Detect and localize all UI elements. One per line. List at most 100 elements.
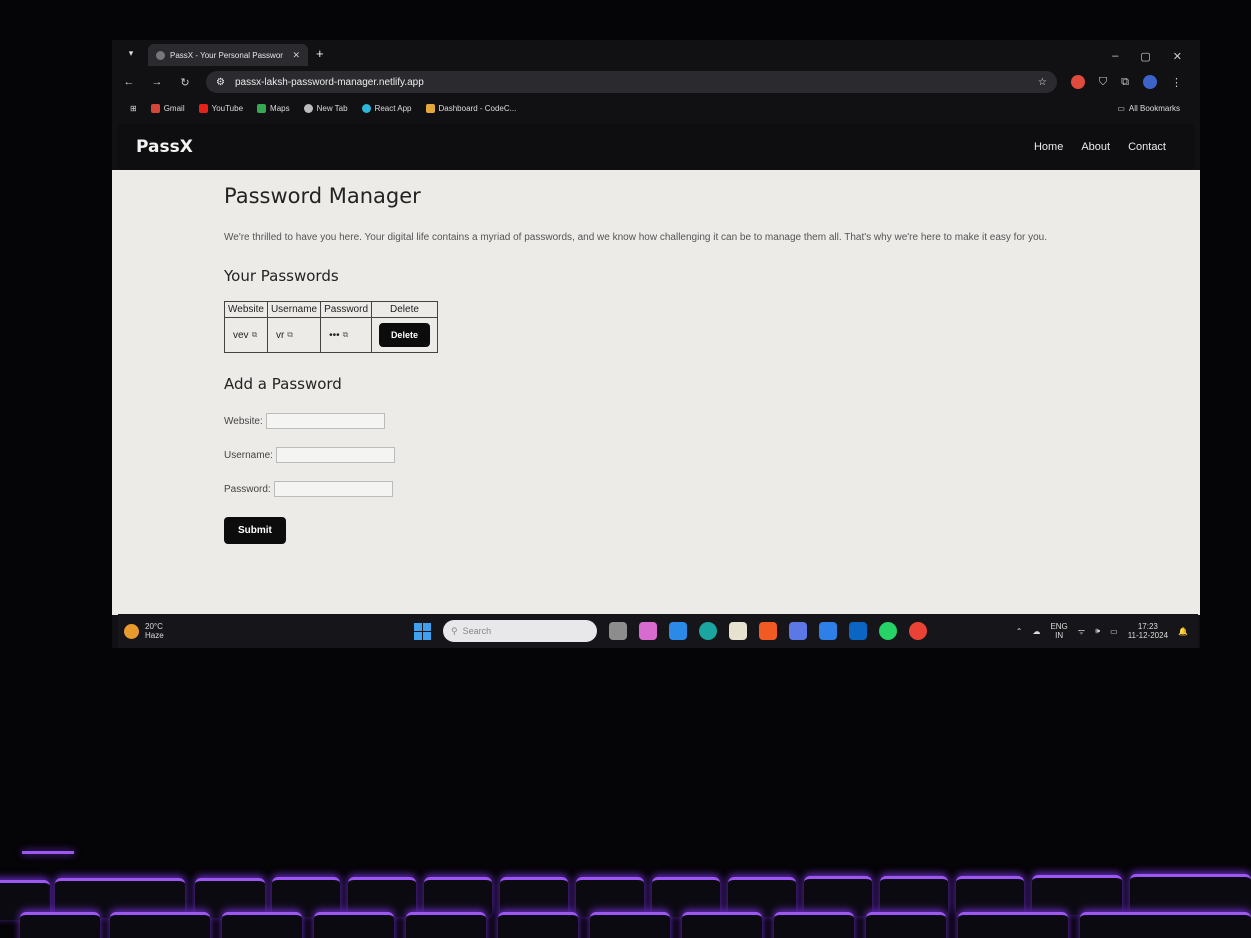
keyboard-key bbox=[110, 912, 210, 938]
copy-icon[interactable]: ⧉ bbox=[252, 330, 258, 339]
whatsapp-icon[interactable] bbox=[879, 622, 897, 640]
browser-tab-strip: ▾ PassX - Your Personal Passwor ✕ + bbox=[122, 40, 1198, 66]
close-window-icon[interactable]: ✕ bbox=[1173, 50, 1182, 63]
intro-text: We're thrilled to have you here. Your di… bbox=[224, 232, 1048, 243]
show-hidden-icons-icon[interactable]: ⌃ bbox=[1016, 627, 1023, 636]
bookmark-new-tab[interactable]: New Tab bbox=[303, 103, 348, 113]
header-password: Password bbox=[320, 301, 372, 318]
todo-icon[interactable] bbox=[819, 622, 837, 640]
website-input[interactable] bbox=[265, 413, 385, 429]
address-bar[interactable]: ⚙ passx-laksh-password-manager.netlify.a… bbox=[206, 71, 1057, 93]
taskbar-search[interactable]: ⚲ Search bbox=[443, 620, 597, 642]
youtube-icon bbox=[198, 103, 208, 113]
submit-button[interactable]: Submit bbox=[224, 517, 286, 544]
minimize-icon[interactable]: – bbox=[1112, 50, 1118, 63]
chrome-taskbar-icon[interactable] bbox=[909, 622, 927, 640]
apps-grid-icon[interactable]: ⊞ bbox=[130, 104, 137, 113]
language-indicator[interactable]: ENG IN bbox=[1050, 622, 1067, 640]
bookmark-dashboard[interactable]: Dashboard - CodeC... bbox=[425, 103, 516, 113]
taskbar-search-placeholder: Search bbox=[462, 626, 492, 636]
tab-search-chevron-icon[interactable]: ▾ bbox=[122, 48, 140, 59]
folder-icon: ▭ bbox=[1117, 103, 1125, 113]
tab-close-icon[interactable]: ✕ bbox=[292, 50, 300, 61]
bookmark-star-icon[interactable]: ☆ bbox=[1038, 77, 1047, 88]
password-input[interactable] bbox=[273, 481, 393, 497]
bookmark-youtube[interactable]: YouTube bbox=[198, 103, 243, 113]
profile-avatar[interactable] bbox=[1143, 75, 1157, 89]
back-icon[interactable]: ← bbox=[122, 76, 136, 88]
keyboard-key bbox=[652, 877, 720, 917]
battery-icon[interactable]: ▭ bbox=[1110, 627, 1118, 636]
browser-tab[interactable]: PassX - Your Personal Passwor ✕ bbox=[148, 44, 308, 66]
header-delete: Delete bbox=[371, 301, 438, 318]
system-tray: ⌃ ☁ ENG IN ᯤ 🕪 ▭ 17:23 11-12-2024 🔔 bbox=[1016, 622, 1188, 640]
keyboard-key bbox=[222, 912, 302, 938]
add-password-heading: Add a Password bbox=[224, 375, 342, 393]
keyboard-key bbox=[866, 912, 946, 938]
bookmark-gmail[interactable]: Gmail bbox=[150, 103, 185, 113]
task-view-icon[interactable] bbox=[609, 622, 627, 640]
copy-icon[interactable]: ⧉ bbox=[287, 330, 293, 339]
clock[interactable]: 17:23 11-12-2024 bbox=[1128, 622, 1168, 640]
maps-icon bbox=[257, 103, 267, 113]
keyboard-key bbox=[406, 912, 486, 938]
table-header-row: Website Username Password Delete bbox=[224, 301, 438, 318]
keyboard-key bbox=[498, 912, 578, 938]
extensions-puzzle-icon[interactable]: ⧉ bbox=[1121, 76, 1129, 89]
linkedin-icon[interactable] bbox=[849, 622, 867, 640]
wifi-icon[interactable]: ᯤ bbox=[1078, 626, 1085, 637]
brand-logo[interactable]: PassX bbox=[136, 137, 193, 157]
laptop-screen: ▾ PassX - Your Personal Passwor ✕ + – ▢ … bbox=[112, 40, 1200, 648]
delete-button[interactable]: Delete bbox=[378, 323, 430, 347]
keyboard-key bbox=[272, 877, 340, 917]
table-row: vev ⧉ vr ⧉ ••• ⧉ Delete bbox=[224, 317, 438, 353]
new-tab-icon[interactable]: + bbox=[316, 46, 324, 61]
volume-icon[interactable]: 🕪 bbox=[1095, 626, 1100, 636]
keyboard-key bbox=[424, 877, 492, 917]
shield-icon[interactable]: ⛉ bbox=[1099, 76, 1107, 89]
brave-icon[interactable] bbox=[759, 622, 777, 640]
cloud-icon[interactable]: ☁ bbox=[1032, 627, 1040, 636]
add-password-form: Website: Username: Password: Submit bbox=[224, 413, 1104, 544]
edge-icon[interactable] bbox=[699, 622, 717, 640]
page-title: Password Manager bbox=[224, 184, 421, 208]
copy-icon[interactable]: ⧉ bbox=[343, 330, 349, 339]
taskbar-apps: ⚲ Search bbox=[414, 620, 927, 642]
username-label: Username: bbox=[224, 449, 273, 461]
file-explorer-icon[interactable] bbox=[729, 622, 747, 640]
extension-icon[interactable] bbox=[1070, 75, 1085, 89]
weather-condition: Haze bbox=[145, 631, 164, 640]
restore-icon[interactable]: ▢ bbox=[1140, 50, 1150, 63]
copilot-icon[interactable] bbox=[639, 622, 657, 640]
tab-title: PassX - Your Personal Passwor bbox=[170, 50, 283, 60]
menu-kebab-icon[interactable]: ⋮ bbox=[1171, 76, 1182, 89]
cell-password: ••• ⧉ bbox=[320, 317, 372, 353]
reload-icon[interactable]: ↻ bbox=[178, 76, 192, 89]
keyboard-glow-strip bbox=[22, 851, 74, 854]
nav-home[interactable]: Home bbox=[1034, 141, 1063, 153]
nav-about[interactable]: About bbox=[1081, 141, 1110, 153]
forward-icon[interactable]: → bbox=[150, 76, 164, 88]
weather-widget[interactable]: 20°C Haze bbox=[124, 622, 414, 640]
keyboard-key bbox=[958, 912, 1068, 938]
vscode-icon[interactable] bbox=[669, 622, 687, 640]
vpn-icon[interactable] bbox=[789, 622, 807, 640]
passwords-heading: Your Passwords bbox=[224, 267, 339, 285]
keyboard-key bbox=[880, 876, 948, 916]
keyboard-key bbox=[1032, 875, 1122, 915]
react-icon bbox=[361, 103, 371, 113]
keyboard-key bbox=[20, 912, 100, 938]
codechef-icon bbox=[425, 103, 435, 113]
nav-contact[interactable]: Contact bbox=[1128, 141, 1166, 153]
bookmark-react-app[interactable]: React App bbox=[361, 103, 412, 113]
notifications-icon[interactable]: 🔔 bbox=[1178, 627, 1188, 636]
windows-start-icon[interactable] bbox=[414, 622, 431, 640]
bookmark-maps[interactable]: Maps bbox=[257, 103, 290, 113]
all-bookmarks[interactable]: ▭ All Bookmarks bbox=[1117, 104, 1180, 113]
keyboard-key bbox=[728, 877, 796, 917]
bookmarks-bar: ⊞ Gmail YouTube Maps New Tab React App D… bbox=[130, 99, 1180, 117]
keyboard-key bbox=[956, 876, 1024, 916]
header-website: Website bbox=[224, 301, 268, 318]
site-info-icon[interactable]: ⚙ bbox=[216, 77, 225, 88]
username-input[interactable] bbox=[275, 447, 395, 463]
